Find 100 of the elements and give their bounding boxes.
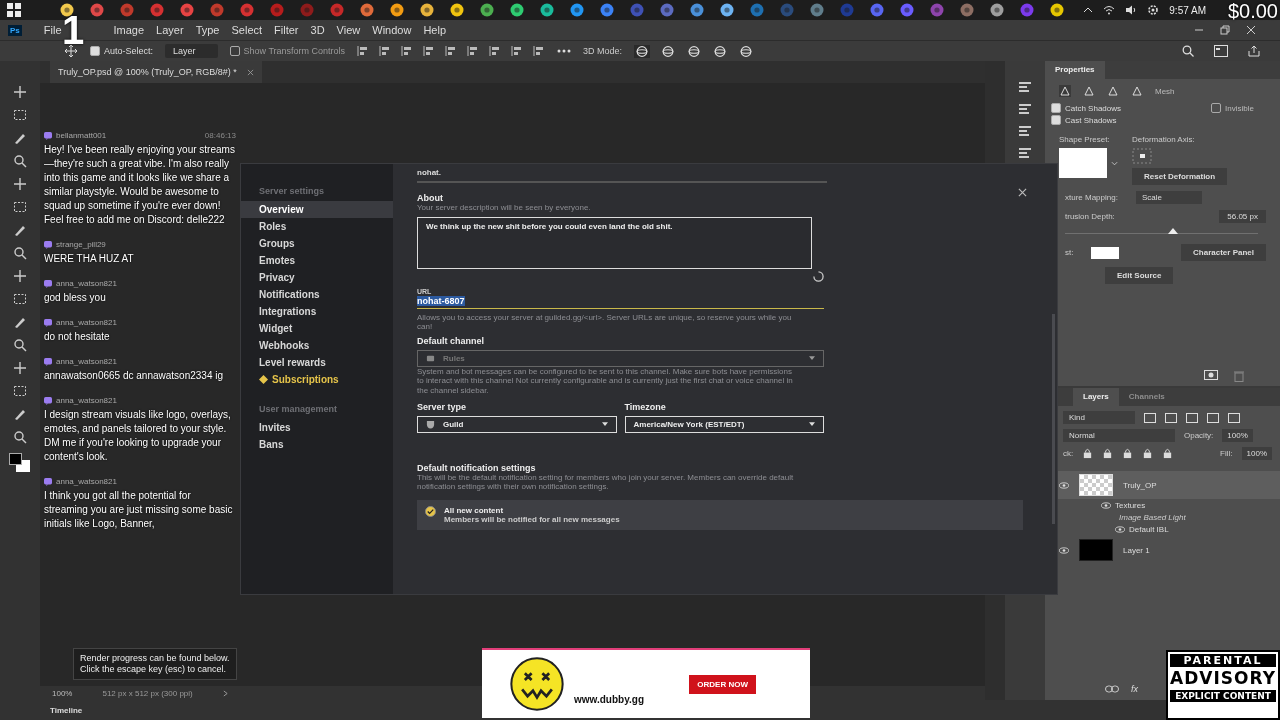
3d-mode-icon[interactable] — [686, 44, 703, 58]
texture-mapping-dropdown[interactable]: Scale — [1135, 191, 1202, 204]
chevron-up-icon[interactable] — [1083, 7, 1094, 13]
tool-icon[interactable] — [13, 361, 27, 375]
layer-effect[interactable]: Default IBL — [1129, 525, 1169, 534]
timezone-dropdown[interactable]: America/New York (EST/EDT) — [624, 415, 824, 433]
checkbox[interactable]: Invisible — [1211, 103, 1274, 113]
close-icon[interactable] — [246, 68, 254, 76]
app-icon[interactable] — [540, 3, 554, 17]
lock-option-icon[interactable] — [1162, 448, 1174, 459]
app-icon[interactable] — [480, 3, 494, 17]
order-now-button[interactable]: ORDER NOW — [689, 674, 756, 694]
close-icon[interactable] — [1246, 25, 1256, 35]
tool-icon[interactable] — [13, 200, 27, 214]
auto-select-checkbox[interactable]: Auto-Select: — [90, 46, 154, 56]
document-tab[interactable]: Truly_OP.psd @ 100% (Truly_OP, RGB/8#) * — [50, 61, 262, 83]
settings-nav-item[interactable]: Groups — [241, 235, 393, 252]
3d-mode-icon[interactable] — [660, 44, 677, 58]
panel-icon[interactable] — [1018, 81, 1032, 93]
restore-icon[interactable] — [1220, 25, 1230, 35]
wifi-icon[interactable] — [1103, 5, 1116, 15]
close-icon[interactable] — [1018, 188, 1027, 197]
search-icon[interactable] — [1182, 45, 1194, 57]
eye-icon[interactable] — [1115, 526, 1125, 533]
tool-icon[interactable] — [13, 407, 27, 421]
menu-item[interactable]: Layer — [150, 24, 190, 36]
align-icon[interactable] — [401, 45, 414, 57]
character-panel-button[interactable]: Character Panel — [1181, 244, 1266, 261]
checkbox[interactable]: Cast Shadows — [1051, 115, 1212, 125]
timeline-tab[interactable]: Timeline — [50, 705, 83, 715]
align-icon[interactable] — [357, 45, 370, 57]
align-icon[interactable] — [379, 45, 392, 57]
property-tab-icon[interactable] — [1083, 85, 1095, 97]
mesh-label[interactable]: Mesh — [1155, 86, 1175, 96]
panel-icon[interactable] — [1018, 147, 1032, 159]
link-icon[interactable] — [1105, 685, 1119, 693]
panel-icon[interactable] — [1018, 125, 1032, 137]
speaker-icon[interactable] — [1125, 5, 1138, 15]
color-swatches-icon[interactable] — [9, 453, 31, 473]
shape-preset-thumbnail[interactable] — [1059, 148, 1107, 178]
lock-option-icon[interactable] — [1142, 448, 1154, 459]
zoom-level[interactable]: 100% — [52, 688, 73, 698]
settings-nav-item[interactable]: Privacy — [241, 269, 393, 286]
tool-icon[interactable] — [13, 315, 27, 329]
layer-filter-dropdown[interactable]: Kind — [1063, 411, 1135, 424]
app-icon[interactable] — [510, 3, 524, 17]
tool-icon[interactable] — [13, 177, 27, 191]
share-icon[interactable] — [1248, 45, 1260, 57]
render-icon[interactable] — [1204, 370, 1218, 380]
server-type-dropdown[interactable]: Guild — [417, 415, 617, 433]
app-icon[interactable] — [570, 3, 584, 17]
eye-icon[interactable] — [1059, 546, 1069, 554]
menu-item[interactable]: View — [330, 24, 367, 36]
filter-icon[interactable] — [1165, 412, 1177, 423]
checkbox[interactable]: Catch Shadows — [1051, 103, 1212, 113]
tool-icon[interactable] — [13, 430, 27, 444]
settings-nav-item[interactable]: Notifications — [241, 286, 393, 303]
3d-mode-icon[interactable] — [738, 44, 755, 58]
extrusion-depth-field[interactable]: 56.05 px — [1219, 210, 1266, 223]
settings-nav-item[interactable]: Bans — [241, 436, 393, 453]
menu-item[interactable]: Select — [225, 24, 269, 36]
caret-icon[interactable] — [222, 689, 228, 697]
app-icon[interactable] — [420, 3, 434, 17]
fill-field[interactable]: 100% — [1241, 447, 1272, 460]
tool-icon[interactable] — [13, 223, 27, 237]
reset-deformation-button[interactable]: Reset Deformation — [1132, 168, 1228, 185]
settings-nav-item[interactable]: Level rewards — [241, 354, 393, 371]
panel-tab[interactable]: Properties — [1045, 61, 1105, 79]
filter-icon[interactable] — [1228, 412, 1240, 423]
blend-mode-dropdown[interactable]: Normal — [1063, 429, 1175, 442]
gear-icon[interactable] — [1147, 4, 1160, 16]
more-icon[interactable] — [557, 49, 572, 53]
dropdown-icon[interactable] — [1111, 160, 1118, 166]
axis-widget-icon[interactable] — [1132, 148, 1152, 164]
filter-icon[interactable] — [1207, 412, 1219, 423]
eye-icon[interactable] — [1101, 502, 1111, 509]
app-icon[interactable] — [1050, 3, 1064, 17]
url-field[interactable]: nohat-6807 — [417, 294, 824, 309]
property-tab-icon[interactable] — [1131, 85, 1143, 97]
panel-icon[interactable] — [1018, 103, 1032, 115]
windows-icon[interactable] — [6, 3, 22, 17]
3d-mode-icon[interactable] — [712, 44, 729, 58]
settings-nav-item[interactable]: Widget — [241, 320, 393, 337]
tool-icon[interactable] — [13, 246, 27, 260]
align-icon[interactable] — [511, 45, 524, 57]
tool-icon[interactable] — [13, 85, 27, 99]
align-icon[interactable] — [489, 45, 502, 57]
app-icon[interactable] — [450, 3, 464, 17]
layer-effect[interactable]: Textures — [1115, 501, 1146, 510]
filter-icon[interactable] — [1186, 412, 1198, 423]
app-logo[interactable]: Ps — [8, 24, 22, 36]
lock-option-icon[interactable] — [1122, 448, 1134, 459]
notification-option[interactable]: All new content Members will be notified for all new messages — [417, 499, 1023, 530]
app-icon[interactable] — [360, 3, 374, 17]
align-icon[interactable] — [445, 45, 458, 57]
3d-mode-icon[interactable] — [634, 44, 651, 58]
align-icon[interactable] — [423, 45, 436, 57]
workspace-icon[interactable] — [1214, 45, 1228, 57]
layer-dropdown[interactable]: Layer — [165, 44, 218, 58]
opacity-field[interactable]: 100% — [1222, 429, 1253, 442]
